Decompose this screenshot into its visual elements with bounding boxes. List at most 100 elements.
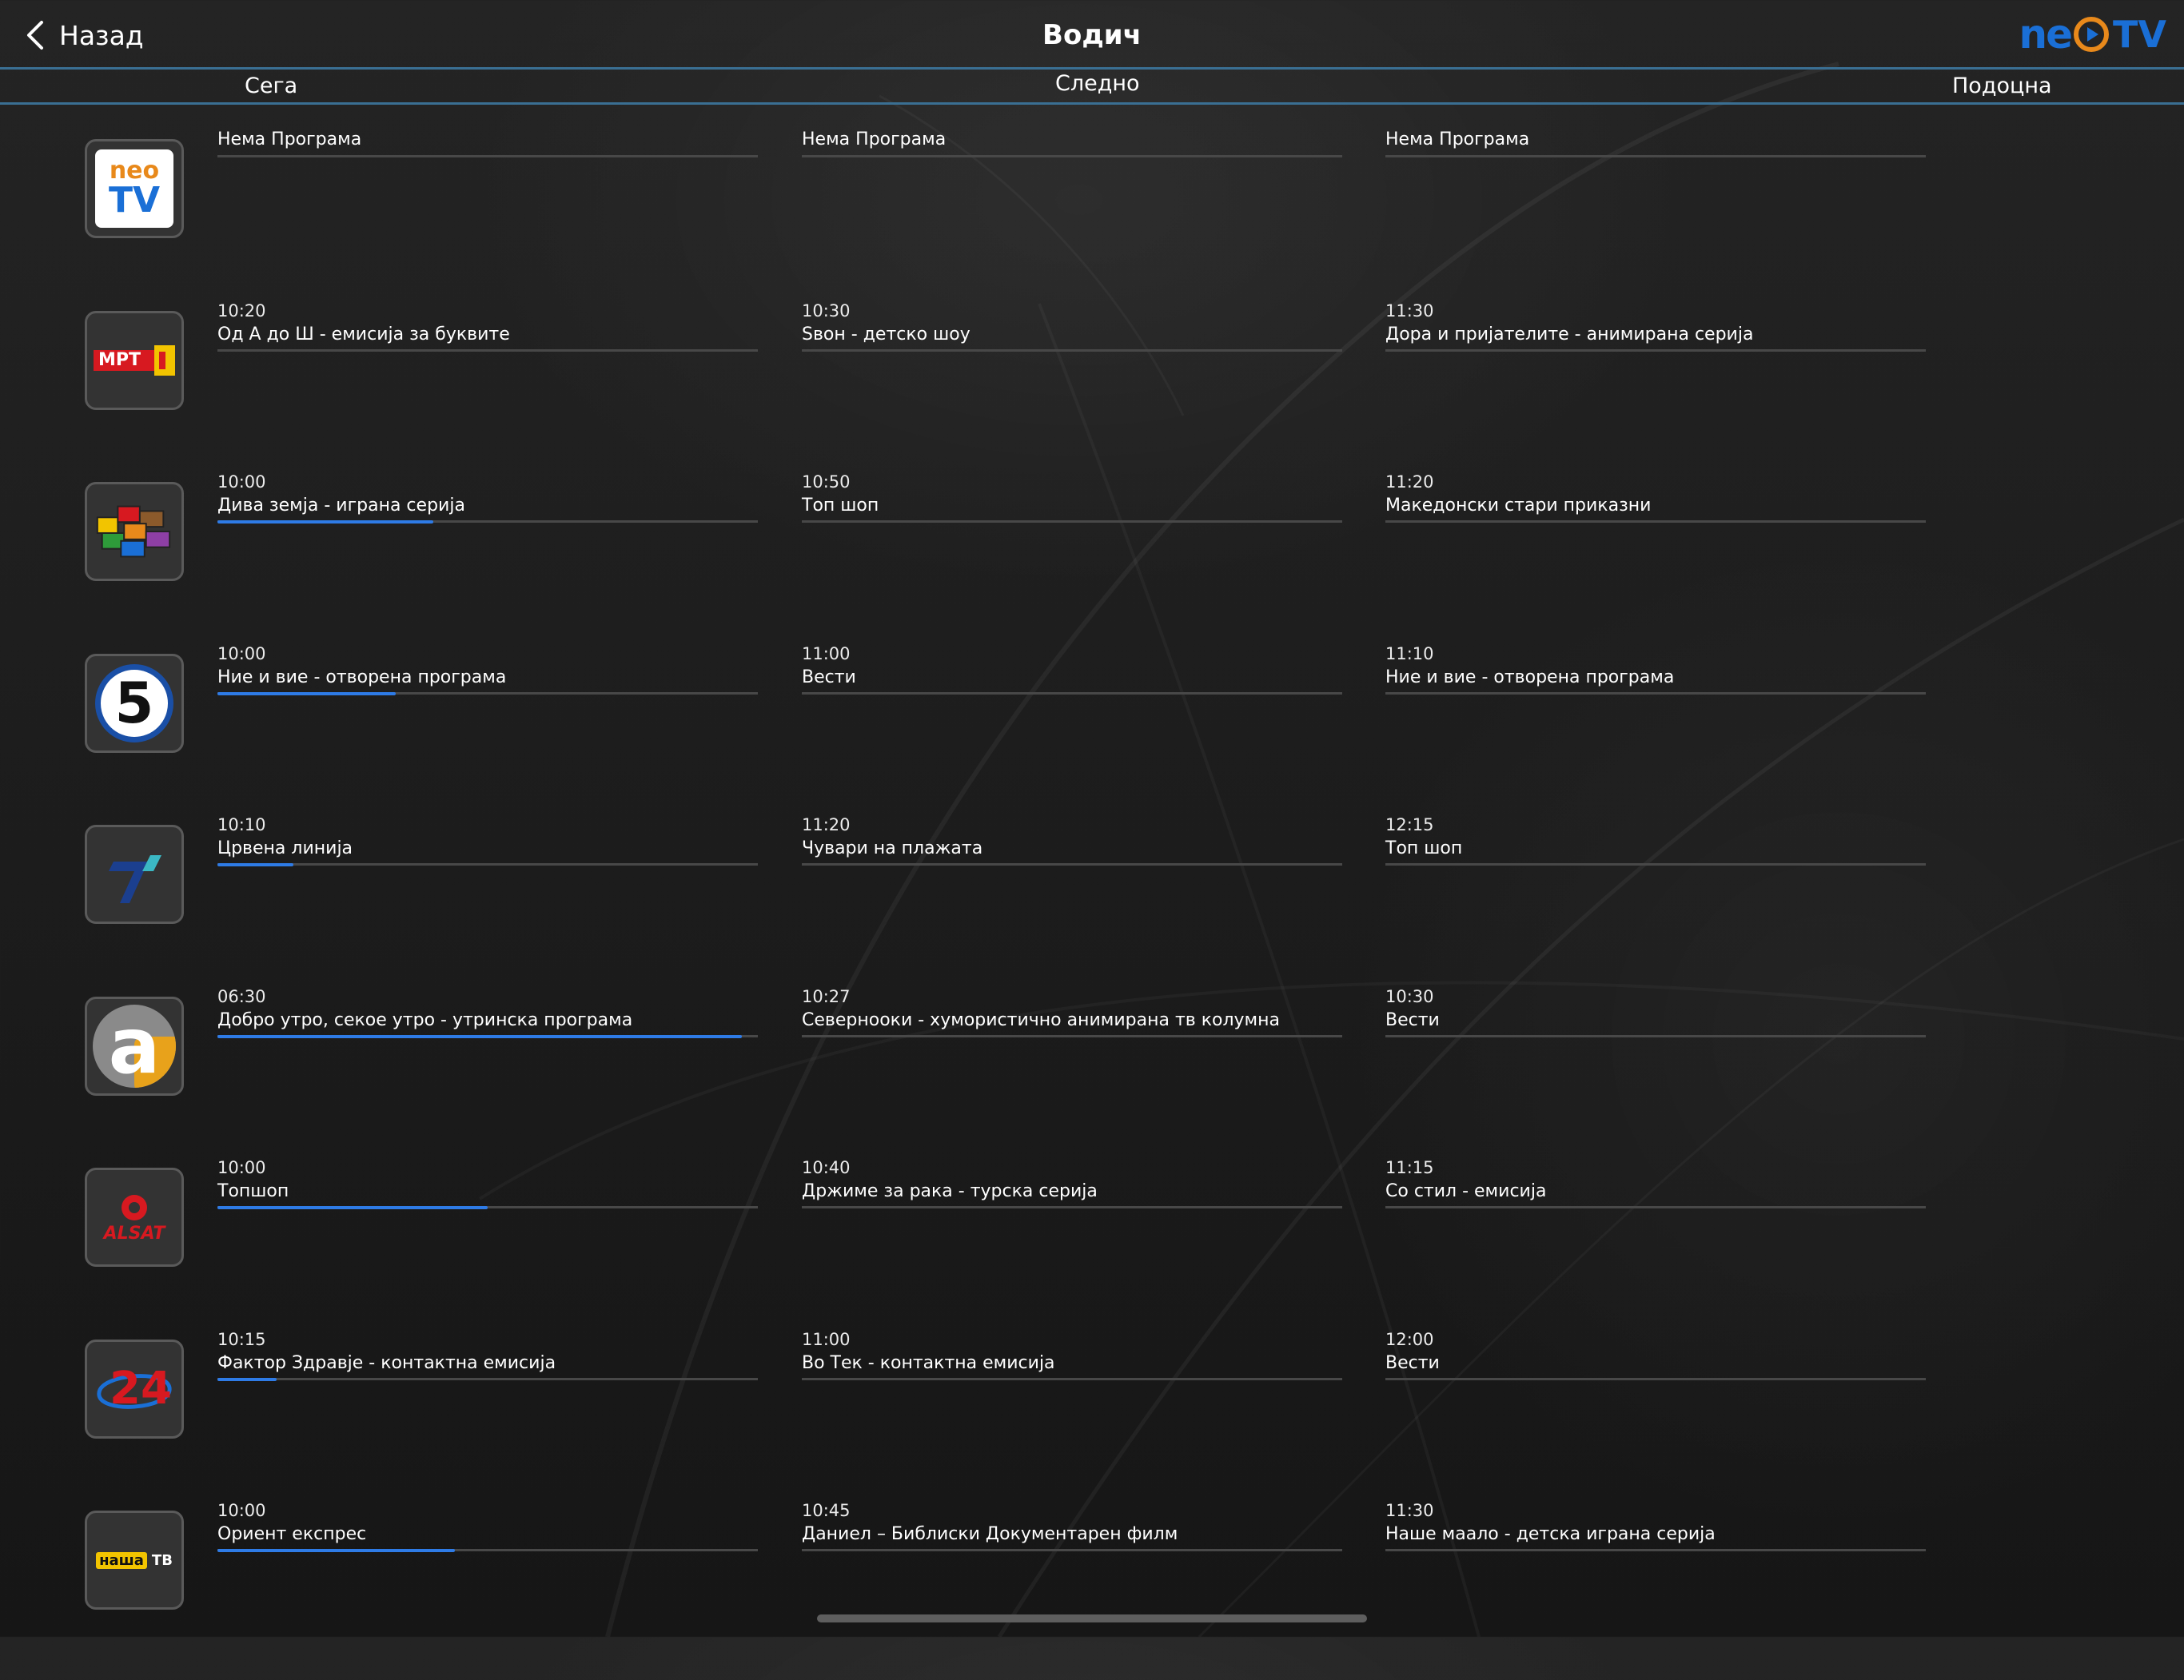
channel-row[interactable]: 10:00 Дива земја - играна серија 10:50 То… bbox=[0, 472, 2184, 651]
telma-logo[interactable] bbox=[85, 825, 184, 924]
program-cell-now[interactable]: 10:15 Фактор Здравје - контактна емисија bbox=[217, 1314, 758, 1426]
program-title: Ние и вие - отворена програма bbox=[217, 667, 507, 687]
top-bar: Назад Водич ne TV bbox=[0, 0, 2184, 67]
program-cell-next[interactable]: 10:27 Севернооки - хумористично анимиран… bbox=[802, 971, 1342, 1083]
program-time: 10:10 bbox=[217, 815, 266, 834]
program-title: Ѕвон - детско шоу bbox=[802, 324, 970, 344]
program-cell-later[interactable]: 11:20 Македонски стари приказни bbox=[1385, 456, 1926, 568]
program-cell-next[interactable]: 10:50 Топ шоп bbox=[802, 456, 1342, 568]
logo-five-text: 5 bbox=[114, 670, 154, 736]
channel-row[interactable]: neo TV Нема Програма Нема Програма Нема Про… bbox=[0, 129, 2184, 309]
program-title: Нема Програма bbox=[217, 129, 362, 149]
program-cell-next[interactable]: Нема Програма bbox=[802, 113, 1342, 225]
telma-logo-graphic bbox=[109, 855, 161, 903]
column-header-later: Подоцна bbox=[1952, 74, 2052, 98]
channel-row[interactable]: 24 10:15 Фактор Здравје - контактна емиси… bbox=[0, 1330, 2184, 1509]
program-time: 11:15 bbox=[1385, 1158, 1434, 1177]
program-time: 11:20 bbox=[1385, 472, 1434, 492]
channel-row[interactable]: 10:10 Црвена линија 11:20 Чувари на плажа… bbox=[0, 815, 2184, 994]
home-indicator[interactable] bbox=[817, 1614, 1367, 1622]
program-cell-now[interactable]: 10:00 Ние и вие - отворена програма bbox=[217, 628, 758, 740]
logo-nasha-text: наша bbox=[96, 1551, 147, 1569]
brand-logo-text-right: TV bbox=[2113, 13, 2166, 56]
program-cell-next[interactable]: 11:20 Чувари на плажата bbox=[802, 799, 1342, 911]
nasha-tv-logo[interactable]: наша ТВ bbox=[85, 1511, 184, 1610]
colored-blocks-logo[interactable] bbox=[85, 482, 184, 581]
channel-row[interactable]: 5 10:00 Ние и вие - отворена програма 11:0… bbox=[0, 644, 2184, 823]
channel-row[interactable]: наша ТВ 10:00 Ориент експрес 10:45 Даниел … bbox=[0, 1501, 2184, 1680]
program-cell-later[interactable]: 11:30 Дора и пријателите - анимирана сер… bbox=[1385, 285, 1926, 397]
program-cell-now[interactable]: 10:10 Црвена линија bbox=[217, 799, 758, 911]
program-time: 10:20 bbox=[217, 301, 266, 320]
program-divider bbox=[217, 1549, 758, 1552]
program-title: Севернооки - хумористично анимирана тв к… bbox=[802, 1009, 1281, 1030]
program-title: Добро утро, секое утро - утринска програ… bbox=[217, 1009, 633, 1030]
program-time: 12:00 bbox=[1385, 1329, 1434, 1349]
program-cell-now[interactable]: 10:00 Дива земја - играна серија bbox=[217, 456, 758, 568]
program-divider bbox=[217, 1034, 758, 1038]
program-divider bbox=[1385, 1377, 1926, 1380]
program-cell-later[interactable]: 11:30 Наше маало - детска играна серија bbox=[1385, 1485, 1926, 1597]
program-title: Вести bbox=[802, 667, 856, 687]
program-cell-now[interactable]: Нема Програма bbox=[217, 113, 758, 225]
program-title: Топ шоп bbox=[1385, 838, 1463, 858]
neo-tv-logo[interactable]: neo TV bbox=[85, 139, 184, 238]
colored-blocks-logo-graphic bbox=[96, 505, 171, 558]
program-divider bbox=[802, 520, 1342, 523]
program-cell-later[interactable]: 12:15 Топ шоп bbox=[1385, 799, 1926, 911]
program-cell-later[interactable]: 11:10 Ние и вие - отворена програма bbox=[1385, 628, 1926, 740]
tv24-logo[interactable]: 24 bbox=[85, 1339, 184, 1439]
program-cell-later[interactable]: Нема Програма bbox=[1385, 113, 1926, 225]
program-cell-next[interactable]: 10:30 Ѕвон - детско шоу bbox=[802, 285, 1342, 397]
program-cell-later[interactable]: 12:00 Вести bbox=[1385, 1314, 1926, 1426]
program-cell-later[interactable]: 10:30 Вести bbox=[1385, 971, 1926, 1083]
channel-row[interactable]: a 06:30 Добро утро, секое утро - утринска… bbox=[0, 987, 2184, 1166]
program-cell-later[interactable]: 11:15 Со стил - емисија bbox=[1385, 1142, 1926, 1254]
program-time: 10:50 bbox=[802, 472, 851, 492]
column-header-now: Сега bbox=[245, 74, 298, 98]
mrt1-logo[interactable]: МРТ bbox=[85, 310, 184, 410]
program-time: 11:00 bbox=[802, 643, 851, 663]
logo-tv-text: TV bbox=[108, 180, 161, 221]
program-cell-now[interactable]: 10:20 Од А до Ш - емисија за буквите bbox=[217, 285, 758, 397]
program-time: 10:00 bbox=[217, 1501, 266, 1520]
program-cell-next[interactable]: 10:40 Држиме за рака - турска серија bbox=[802, 1142, 1342, 1254]
program-title: Топшоп bbox=[217, 1181, 289, 1201]
program-divider bbox=[217, 1377, 758, 1381]
program-cell-next[interactable]: 11:00 Вести bbox=[802, 628, 1342, 740]
program-divider bbox=[1385, 1549, 1926, 1551]
kanal5-logo[interactable]: 5 bbox=[85, 653, 184, 753]
logo-mrt-text: МРТ bbox=[98, 349, 141, 370]
progress-bar-fill bbox=[217, 863, 293, 866]
program-title: Во Тек - контактна емисија bbox=[802, 1352, 1055, 1373]
program-title: Ориент експрес bbox=[217, 1524, 367, 1544]
program-title: Топ шоп bbox=[802, 496, 879, 516]
program-title: Чувари на плажата bbox=[802, 838, 983, 858]
logo-tv-text: ТВ bbox=[151, 1551, 173, 1569]
neotv-brand-logo: ne TV bbox=[2019, 14, 2167, 54]
program-title: Наше маало - детска играна серија bbox=[1385, 1524, 1716, 1544]
program-title: Дора и пријателите - анимирана серија bbox=[1385, 324, 1754, 344]
program-cell-now[interactable]: 10:00 Топшоп bbox=[217, 1142, 758, 1254]
program-cell-now[interactable]: 06:30 Добро утро, секое утро - утринска … bbox=[217, 971, 758, 1083]
program-cell-next[interactable]: 10:45 Даниел – Библиски Документарен фил… bbox=[802, 1485, 1342, 1597]
program-divider bbox=[217, 691, 758, 695]
program-divider bbox=[802, 691, 1342, 695]
program-divider bbox=[802, 863, 1342, 866]
program-time: 10:45 bbox=[802, 1501, 851, 1520]
program-divider bbox=[217, 863, 758, 866]
alsat-m-logo[interactable]: ALSAT bbox=[85, 1168, 184, 1267]
program-title: Ние и вие - отворена програма bbox=[1385, 667, 1675, 687]
program-title: Нема Програма bbox=[1385, 129, 1530, 149]
program-title: Македонски стари приказни bbox=[1385, 496, 1652, 516]
program-cell-now[interactable]: 10:00 Ориент експрес bbox=[217, 1485, 758, 1597]
program-cell-next[interactable]: 11:00 Во Тек - контактна емисија bbox=[802, 1314, 1342, 1426]
program-divider bbox=[1385, 155, 1926, 157]
alfa-logo[interactable]: a bbox=[85, 996, 184, 1096]
program-divider bbox=[802, 1034, 1342, 1037]
program-divider bbox=[802, 1549, 1342, 1551]
channel-row[interactable]: ALSAT 10:00 Топшоп 10:40 Држиме за рака - … bbox=[0, 1158, 2184, 1337]
play-circle-icon bbox=[2074, 17, 2110, 52]
channel-row[interactable]: МРТ 10:20 Од А до Ш - емисија за буквите 1… bbox=[0, 301, 2184, 480]
program-time: 12:15 bbox=[1385, 815, 1434, 834]
